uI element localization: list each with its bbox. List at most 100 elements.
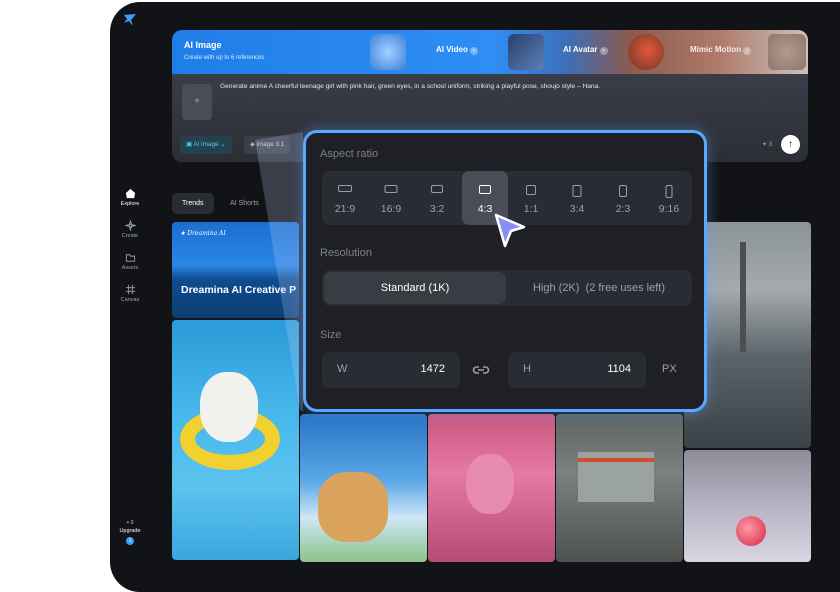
folder-icon [125, 254, 135, 262]
ratio-option[interactable]: 3:2 [414, 171, 460, 225]
sidebar-item-label: Create [121, 233, 139, 239]
plus-icon: + [194, 96, 200, 107]
resolution-standard-option[interactable]: Standard (1K) [324, 272, 506, 304]
width-value: 1472 [420, 363, 445, 375]
resolution-label: Resolution [320, 247, 372, 259]
grid-icon [125, 284, 135, 295]
credit-count: ✦ 3 [762, 141, 772, 148]
tab-label: AI Video [436, 45, 468, 54]
tower [740, 242, 746, 352]
size-label: Size [320, 329, 342, 341]
credit-icon: ✦ [762, 142, 769, 148]
tab-ai-avatar[interactable]: AI Avatar › [563, 45, 608, 55]
tab-mimic-motion[interactable]: Mimic Motion › [690, 45, 752, 55]
ratio-label: 2:3 [615, 203, 631, 215]
ratio-label: 16:9 [380, 203, 402, 215]
sidebar-item-explore[interactable]: Explore [110, 188, 150, 207]
logo-icon [124, 14, 136, 26]
version-select[interactable]: ◈ image 3.1 [244, 136, 291, 154]
sidebar-item-canvas[interactable]: Canvas [110, 284, 150, 303]
height-field[interactable]: H 1104 [508, 352, 646, 388]
tab-ai-video[interactable]: AI Video › [436, 45, 478, 55]
tab-trends[interactable]: Trends [172, 193, 214, 214]
gallery-image-cherry[interactable] [684, 450, 811, 562]
image-settings-popup: Aspect ratio 21:9 16:9 3:2 4:3 1:1 3:4 2… [303, 130, 707, 412]
cat-face [318, 472, 388, 542]
chevron-right-icon: › [469, 47, 478, 55]
banner-logo: ★ Dreamina AI [180, 230, 226, 237]
unit-label: PX [662, 363, 677, 375]
chevron-right-icon: › [599, 47, 608, 55]
aspect-ratio-label: Aspect ratio [320, 148, 379, 160]
link-aspect-icon[interactable] [472, 362, 490, 378]
ratio-shape-icon [619, 185, 627, 197]
credit-value: 3 [768, 142, 773, 148]
sidebar-item-label: Explore [120, 201, 140, 207]
ratio-shape-icon [431, 185, 443, 193]
width-field[interactable]: W 1472 [322, 352, 460, 388]
upload-reference-button[interactable]: + [182, 84, 212, 120]
ratio-shape-icon [526, 185, 536, 195]
compass-icon [125, 188, 135, 199]
upgrade-count: + 0 [126, 520, 134, 526]
upgrade-label: Upgrade [119, 528, 141, 534]
hero-tab-bar: AI Image Create with up to 6 references … [172, 30, 808, 74]
ratio-shape-icon [479, 185, 491, 194]
chevron-right-icon: › [743, 47, 752, 55]
sidebar-item-label: Canvas [120, 297, 140, 303]
sidebar-item-label: Assets [121, 265, 139, 271]
store-stripe [578, 458, 654, 462]
version-label: image 3.1 [256, 141, 285, 148]
cherry [736, 516, 766, 546]
gallery-image-store[interactable] [556, 414, 683, 562]
chevron-down-icon: ⌄ [218, 141, 226, 148]
prompt-input[interactable]: Generate anime A cheerful teenage girl w… [220, 83, 600, 90]
banner-headline: Dreamina AI Creative P [181, 284, 297, 296]
model-select[interactable]: ▣ AI Image ⌄ [180, 136, 232, 154]
gallery-image-cat-pool[interactable] [172, 320, 299, 560]
tab-label: Mimic Motion [690, 45, 742, 54]
height-value: 1104 [607, 363, 631, 375]
ratio-shape-icon [384, 185, 398, 193]
ratio-option[interactable]: 16:9 [368, 171, 414, 225]
height-key: H [523, 363, 531, 375]
sparkle-icon [124, 220, 136, 231]
upgrade-button[interactable]: + 0 Upgrade 1 [115, 520, 145, 545]
resolution-high-option[interactable]: High (2K) (2 free uses left) [508, 270, 690, 306]
resolution-selector: Standard (1K) High (2K) (2 free uses lef… [322, 270, 692, 306]
ratio-shape-icon [338, 185, 352, 192]
ai-video-thumbnail [370, 34, 406, 70]
tab-ai-shorts[interactable]: AI Shorts [220, 193, 269, 214]
ratio-label: 9:16 [658, 203, 680, 215]
width-key: W [337, 363, 348, 375]
gallery-image-cat-sky[interactable] [300, 414, 427, 562]
sidebar-item-create[interactable]: Create [110, 220, 150, 239]
cat-figure [200, 372, 258, 442]
banner-logo-text: Dreamina AI [187, 230, 226, 237]
pointer-cursor-icon [494, 213, 526, 248]
ratio-label: 21:9 [334, 203, 356, 215]
ratio-option[interactable]: 2:3 [600, 171, 646, 225]
notification-badge[interactable]: 1 [126, 537, 134, 545]
ratio-option[interactable]: 3:4 [554, 171, 600, 225]
ai-avatar-thumbnail [508, 34, 544, 70]
avatar-portrait-thumbnail [628, 34, 664, 70]
banner-tile[interactable]: ★ Dreamina AI Dreamina AI Creative P [172, 222, 299, 318]
ratio-shape-icon [665, 185, 673, 198]
send-button[interactable]: ↑ [781, 135, 800, 154]
tab-label: AI Avatar [563, 45, 598, 54]
gallery-image-pink-robots[interactable] [428, 414, 555, 562]
hero-subtitle: Create with up to 6 references [184, 55, 265, 61]
sidebar-item-assets[interactable]: Assets [110, 252, 150, 271]
mimic-motion-thumbnail [768, 34, 806, 70]
robot-figure [466, 454, 514, 514]
cube-icon: ◈ [250, 141, 257, 148]
hero-title[interactable]: AI Image [184, 40, 222, 50]
ratio-option[interactable]: 9:16 [646, 171, 692, 225]
ratio-label: 3:4 [569, 203, 585, 215]
ratio-shape-icon [572, 185, 582, 197]
arrow-up-icon: ↑ [788, 139, 793, 150]
model-label: AI Image [193, 141, 219, 148]
ratio-option[interactable]: 21:9 [322, 171, 368, 225]
sidebar: Explore Create Assets Canvas + 0 Upgrade… [110, 2, 150, 592]
